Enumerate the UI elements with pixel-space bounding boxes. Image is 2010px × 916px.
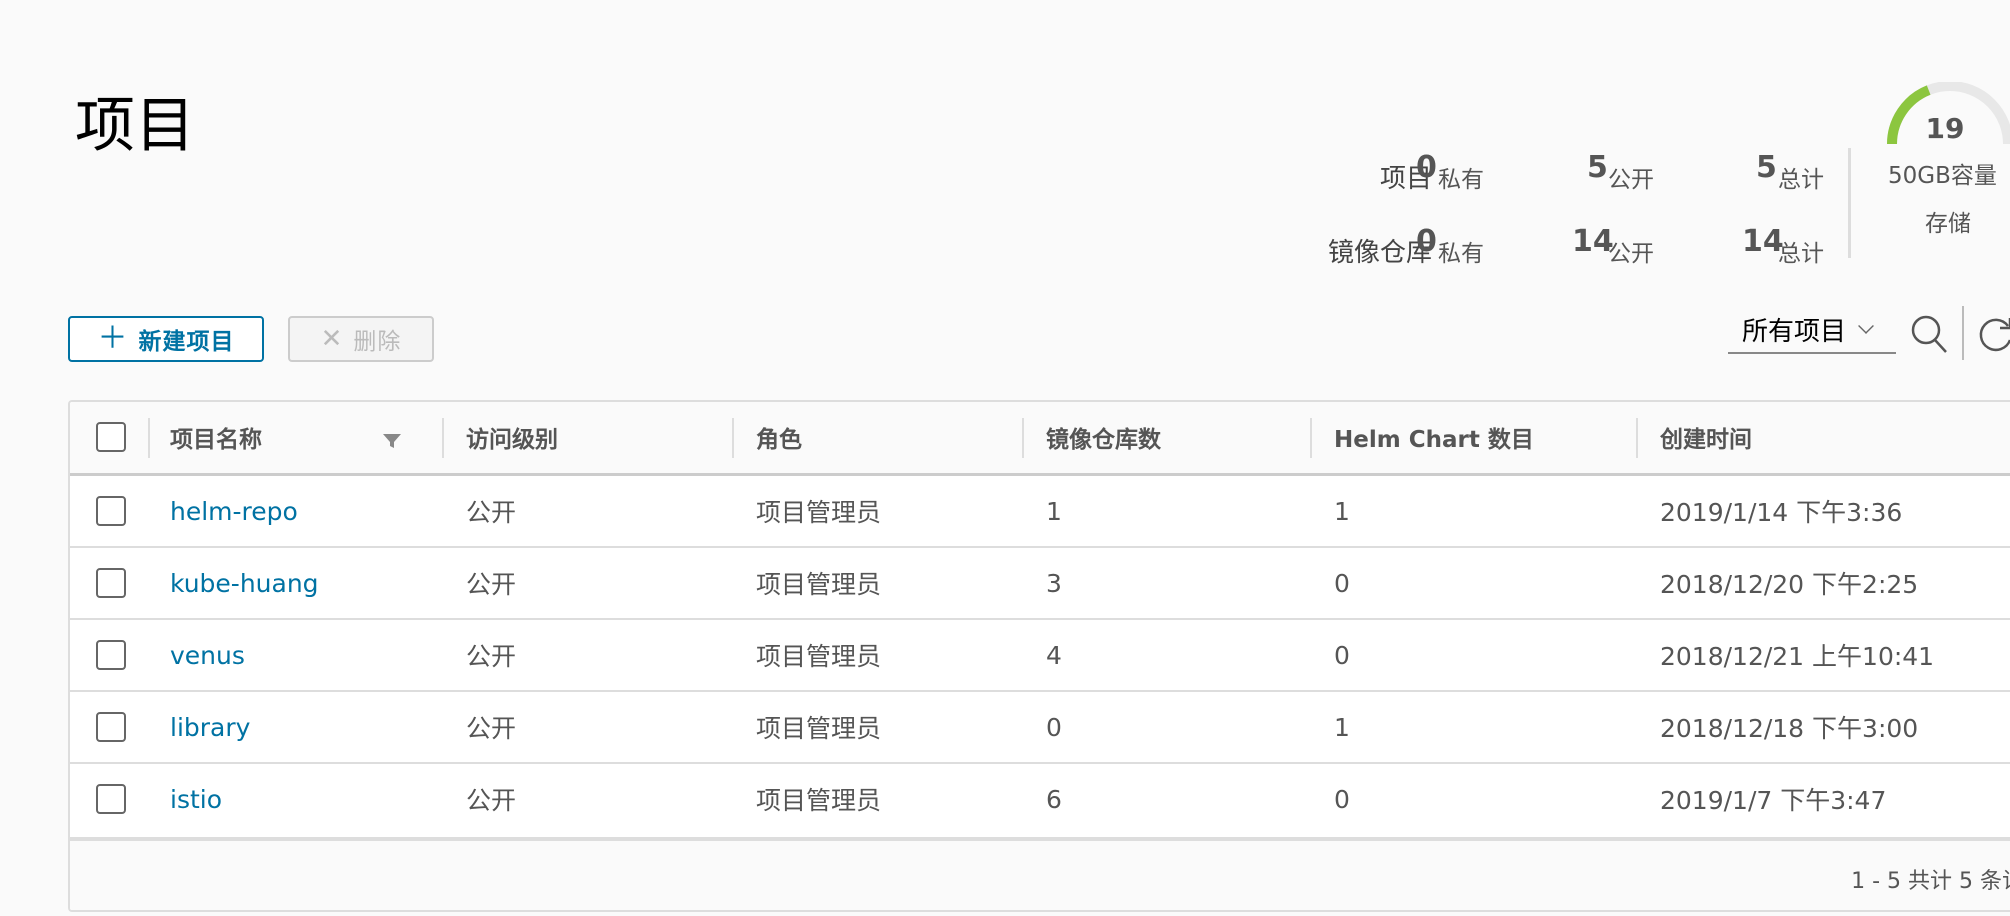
column-header-repo-count[interactable]: 镜像仓库数 xyxy=(1046,402,1161,472)
storage-capacity: 50GB容量 xyxy=(1888,163,1997,189)
column-header-access[interactable]: 访问级别 xyxy=(466,402,558,472)
table-header: 项目名称 访问级别 角色 镜像仓库数 Helm Chart 数目 创建时间 xyxy=(70,402,2010,476)
summary-private-count: 0 xyxy=(1416,224,1437,259)
summary-total-unit: 总计 xyxy=(1778,241,1824,267)
chevron-down-icon xyxy=(1858,318,1874,334)
table-footer: 1 - 5 共计 5 条记录 xyxy=(70,837,2010,910)
summary-divider xyxy=(1848,148,1851,258)
filter-selected-value: 所有项目 xyxy=(1742,316,1847,347)
plus-icon: ＋ xyxy=(97,321,129,356)
summary-public-unit: 公开 xyxy=(1608,167,1654,193)
delete-label: 删除 xyxy=(353,329,402,355)
column-divider xyxy=(1022,418,1024,458)
page-title: 项目 xyxy=(75,91,195,161)
created-time: 2019/1/14 下午3:36 xyxy=(1660,498,1903,527)
new-project-button[interactable]: ＋ 新建项目 xyxy=(68,316,264,362)
storage-label: 存储 xyxy=(1925,211,1971,237)
row-checkbox[interactable] xyxy=(96,784,126,814)
row-checkbox[interactable] xyxy=(96,640,126,670)
close-icon: ✕ xyxy=(320,324,344,354)
summary-panel: 项目 0 私有 5 公开 5 总计 镜像仓库 0 私有 14 公开 14 总计 xyxy=(1240,140,1850,280)
summary-total-count: 5 xyxy=(1756,150,1777,185)
summary-total-unit: 总计 xyxy=(1778,167,1824,193)
column-divider xyxy=(148,418,150,458)
repo-count: 6 xyxy=(1046,784,1062,814)
table-row: venus 公开 项目管理员 4 0 2018/12/21 上午10:41 xyxy=(70,620,2010,692)
role: 项目管理员 xyxy=(756,714,882,743)
row-checkbox[interactable] xyxy=(96,496,126,526)
chart-count: 0 xyxy=(1334,640,1350,670)
select-all-checkbox[interactable] xyxy=(96,422,126,452)
column-divider xyxy=(732,418,734,458)
role: 项目管理员 xyxy=(756,786,882,815)
repo-count: 3 xyxy=(1046,568,1062,598)
created-time: 2019/1/7 下午3:47 xyxy=(1660,786,1887,815)
access-level: 公开 xyxy=(466,570,517,599)
chart-count: 0 xyxy=(1334,568,1350,598)
project-filter-select[interactable]: 所有项目 xyxy=(1728,306,1896,354)
created-time: 2018/12/21 上午10:41 xyxy=(1660,642,1935,671)
table-row: istio 公开 项目管理员 6 0 2019/1/7 下午3:47 xyxy=(70,764,2010,836)
project-name-link[interactable]: library xyxy=(170,692,250,762)
summary-row-projects: 项目 0 私有 5 公开 5 总计 xyxy=(1240,150,1850,200)
summary-private-unit: 私有 xyxy=(1438,241,1484,267)
summary-private-unit: 私有 xyxy=(1438,167,1484,193)
project-name-link[interactable]: helm-repo xyxy=(170,476,298,546)
summary-private-count: 0 xyxy=(1416,150,1437,185)
summary-public-count: 5 xyxy=(1587,150,1608,185)
chart-count: 0 xyxy=(1334,784,1350,814)
summary-label: 镜像仓库 xyxy=(1327,238,1432,268)
column-header-name[interactable]: 项目名称 xyxy=(170,402,262,472)
storage-value: 19 xyxy=(1925,112,1965,145)
role: 项目管理员 xyxy=(756,642,882,671)
access-level: 公开 xyxy=(466,498,517,527)
created-time: 2018/12/18 下午3:00 xyxy=(1660,714,1919,743)
repo-count: 4 xyxy=(1046,640,1062,670)
project-name-link[interactable]: venus xyxy=(170,620,245,690)
role: 项目管理员 xyxy=(756,498,882,527)
column-header-created[interactable]: 创建时间 xyxy=(1660,402,1752,472)
column-header-chart-count[interactable]: Helm Chart 数目 xyxy=(1334,402,1534,472)
toolbar-divider xyxy=(1962,306,1964,360)
role: 项目管理员 xyxy=(756,570,882,599)
summary-row-repositories: 镜像仓库 0 私有 14 公开 14 总计 xyxy=(1240,224,1850,274)
projects-table: 项目名称 访问级别 角色 镜像仓库数 Helm Chart 数目 创建时间 he… xyxy=(68,400,2010,912)
refresh-icon[interactable] xyxy=(1976,314,2010,354)
delete-button[interactable]: ✕ 删除 xyxy=(288,316,434,362)
table-row: helm-repo 公开 项目管理员 1 1 2019/1/14 下午3:36 xyxy=(70,476,2010,548)
column-header-role[interactable]: 角色 xyxy=(756,402,802,472)
column-divider xyxy=(442,418,444,458)
access-level: 公开 xyxy=(466,714,517,743)
storage-gauge xyxy=(1887,82,2010,145)
project-name-link[interactable]: istio xyxy=(170,764,222,834)
row-checkbox[interactable] xyxy=(96,712,126,742)
new-project-label: 新建项目 xyxy=(138,329,235,355)
column-divider xyxy=(1310,418,1312,458)
repo-count: 0 xyxy=(1046,712,1062,742)
filter-icon[interactable] xyxy=(382,432,402,450)
chart-count: 1 xyxy=(1334,712,1350,742)
repo-count: 1 xyxy=(1046,496,1062,526)
search-icon[interactable] xyxy=(1910,314,1948,354)
pagination-summary: 1 - 5 共计 5 条记录 xyxy=(1851,869,2010,894)
project-name-link[interactable]: kube-huang xyxy=(170,548,319,618)
summary-label: 项目 xyxy=(1379,164,1432,194)
summary-public-unit: 公开 xyxy=(1608,241,1654,267)
chart-count: 1 xyxy=(1334,496,1350,526)
table-row: kube-huang 公开 项目管理员 3 0 2018/12/20 下午2:2… xyxy=(70,548,2010,620)
table-row: library 公开 项目管理员 0 1 2018/12/18 下午3:00 xyxy=(70,692,2010,764)
column-divider xyxy=(1636,418,1638,458)
access-level: 公开 xyxy=(466,642,517,671)
created-time: 2018/12/20 下午2:25 xyxy=(1660,570,1919,599)
row-checkbox[interactable] xyxy=(96,568,126,598)
access-level: 公开 xyxy=(466,786,517,815)
